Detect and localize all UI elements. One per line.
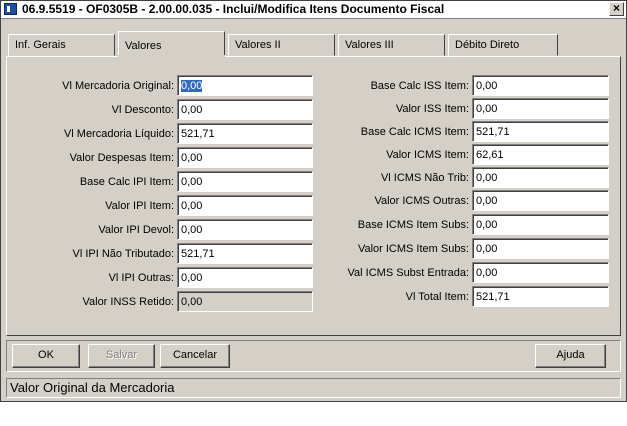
- tab-label: Inf. Gerais: [15, 39, 66, 51]
- vl-ipi-nao-tributado-field[interactable]: 521,71: [177, 243, 313, 264]
- valor-inss-retido-field: 0,00: [177, 291, 313, 312]
- field-label: Valor ICMS Item Subs:: [357, 243, 469, 255]
- valor-icms-item-subs-field[interactable]: 0,00: [472, 238, 609, 259]
- tab-valores-iii[interactable]: Valores III: [338, 34, 445, 56]
- field-label: Vl Desconto:: [111, 104, 174, 116]
- ok-button[interactable]: OK: [12, 344, 80, 368]
- status-bar: Valor Original da Mercadoria: [6, 378, 621, 398]
- tab-inf-gerais[interactable]: Inf. Gerais: [8, 34, 115, 56]
- field-label: Valor INSS Retido:: [82, 296, 174, 308]
- tab-debito-direto[interactable]: Débito Direto: [448, 34, 558, 56]
- field-label: Valor IPI Devol:: [98, 224, 174, 236]
- vl-mercadoria-original-field[interactable]: 0,00: [177, 75, 313, 96]
- base-calc-iss-item-field[interactable]: 0,00: [472, 75, 609, 96]
- app-icon: [4, 3, 17, 15]
- valor-icms-item-field[interactable]: 62,61: [472, 144, 609, 165]
- field-label: Vl Mercadoria Líquido:: [63, 128, 174, 140]
- valores-panel: Vl Mercadoria Original: 0,00 Vl Desconto…: [6, 56, 621, 336]
- field-label: Valor ICMS Outras:: [374, 195, 469, 207]
- valor-ipi-devol-field[interactable]: 0,00: [177, 219, 313, 240]
- vl-desconto-field[interactable]: 0,00: [177, 99, 313, 120]
- tab-label: Débito Direto: [455, 39, 520, 51]
- valor-icms-outras-field[interactable]: 0,00: [472, 190, 609, 211]
- title-bar: 06.9.5519 - OF0305B - 2.00.00.035 - Incl…: [1, 1, 626, 19]
- tab-valores[interactable]: Valores: [118, 31, 225, 58]
- salvar-button: Salvar: [88, 344, 155, 368]
- tab-label: Valores III: [345, 39, 394, 51]
- field-label: Valor Despesas Item:: [69, 152, 174, 164]
- field-value: 0,00: [181, 80, 203, 92]
- val-icms-subst-entrada-field[interactable]: 0,00: [472, 262, 609, 283]
- field-label: Vl Total Item:: [405, 291, 469, 303]
- field-label: Base ICMS Item Subs:: [357, 219, 469, 231]
- vl-mercadoria-liquido-field[interactable]: 521,71: [177, 123, 313, 144]
- vl-total-item-field[interactable]: 521,71: [472, 286, 609, 307]
- valor-iss-item-field[interactable]: 0,00: [472, 98, 609, 119]
- field-label: Vl ICMS Não Trib:: [380, 172, 469, 184]
- cancelar-button[interactable]: Cancelar: [160, 344, 230, 368]
- field-label: Base Calc ISS Item:: [370, 80, 469, 92]
- base-calc-icms-item-field[interactable]: 521,71: [472, 121, 609, 142]
- valor-ipi-item-field[interactable]: 0,00: [177, 195, 313, 216]
- field-label: Vl IPI Outras:: [108, 272, 174, 284]
- ajuda-button[interactable]: Ajuda: [535, 344, 606, 368]
- base-icms-item-subs-field[interactable]: 0,00: [472, 214, 609, 235]
- vl-icms-nao-trib-field[interactable]: 0,00: [472, 167, 609, 188]
- close-button[interactable]: ×: [609, 2, 624, 16]
- tab-valores-ii[interactable]: Valores II: [228, 34, 335, 56]
- field-label: Base Calc IPI Item:: [79, 176, 174, 188]
- button-bar: OK Salvar Cancelar Ajuda: [6, 340, 621, 372]
- field-label: Vl IPI Não Tributado:: [72, 248, 175, 260]
- tab-label: Valores II: [235, 39, 281, 51]
- window-title: 06.9.5519 - OF0305B - 2.00.00.035 - Incl…: [22, 2, 445, 16]
- vl-ipi-outras-field[interactable]: 0,00: [177, 267, 313, 288]
- valor-despesas-item-field[interactable]: 0,00: [177, 147, 313, 168]
- field-label: Base Calc ICMS Item:: [360, 126, 469, 138]
- field-label: Val ICMS Subst Entrada:: [347, 267, 469, 279]
- field-label: Valor ICMS Item:: [386, 149, 469, 161]
- dialog-window: 06.9.5519 - OF0305B - 2.00.00.035 - Incl…: [0, 0, 627, 402]
- base-calc-ipi-item-field[interactable]: 0,00: [177, 171, 313, 192]
- field-label: Valor IPI Item:: [105, 200, 174, 212]
- field-label: Valor ISS Item:: [395, 103, 469, 115]
- field-label: Vl Mercadoria Original:: [62, 80, 174, 92]
- tab-label: Valores: [125, 40, 162, 52]
